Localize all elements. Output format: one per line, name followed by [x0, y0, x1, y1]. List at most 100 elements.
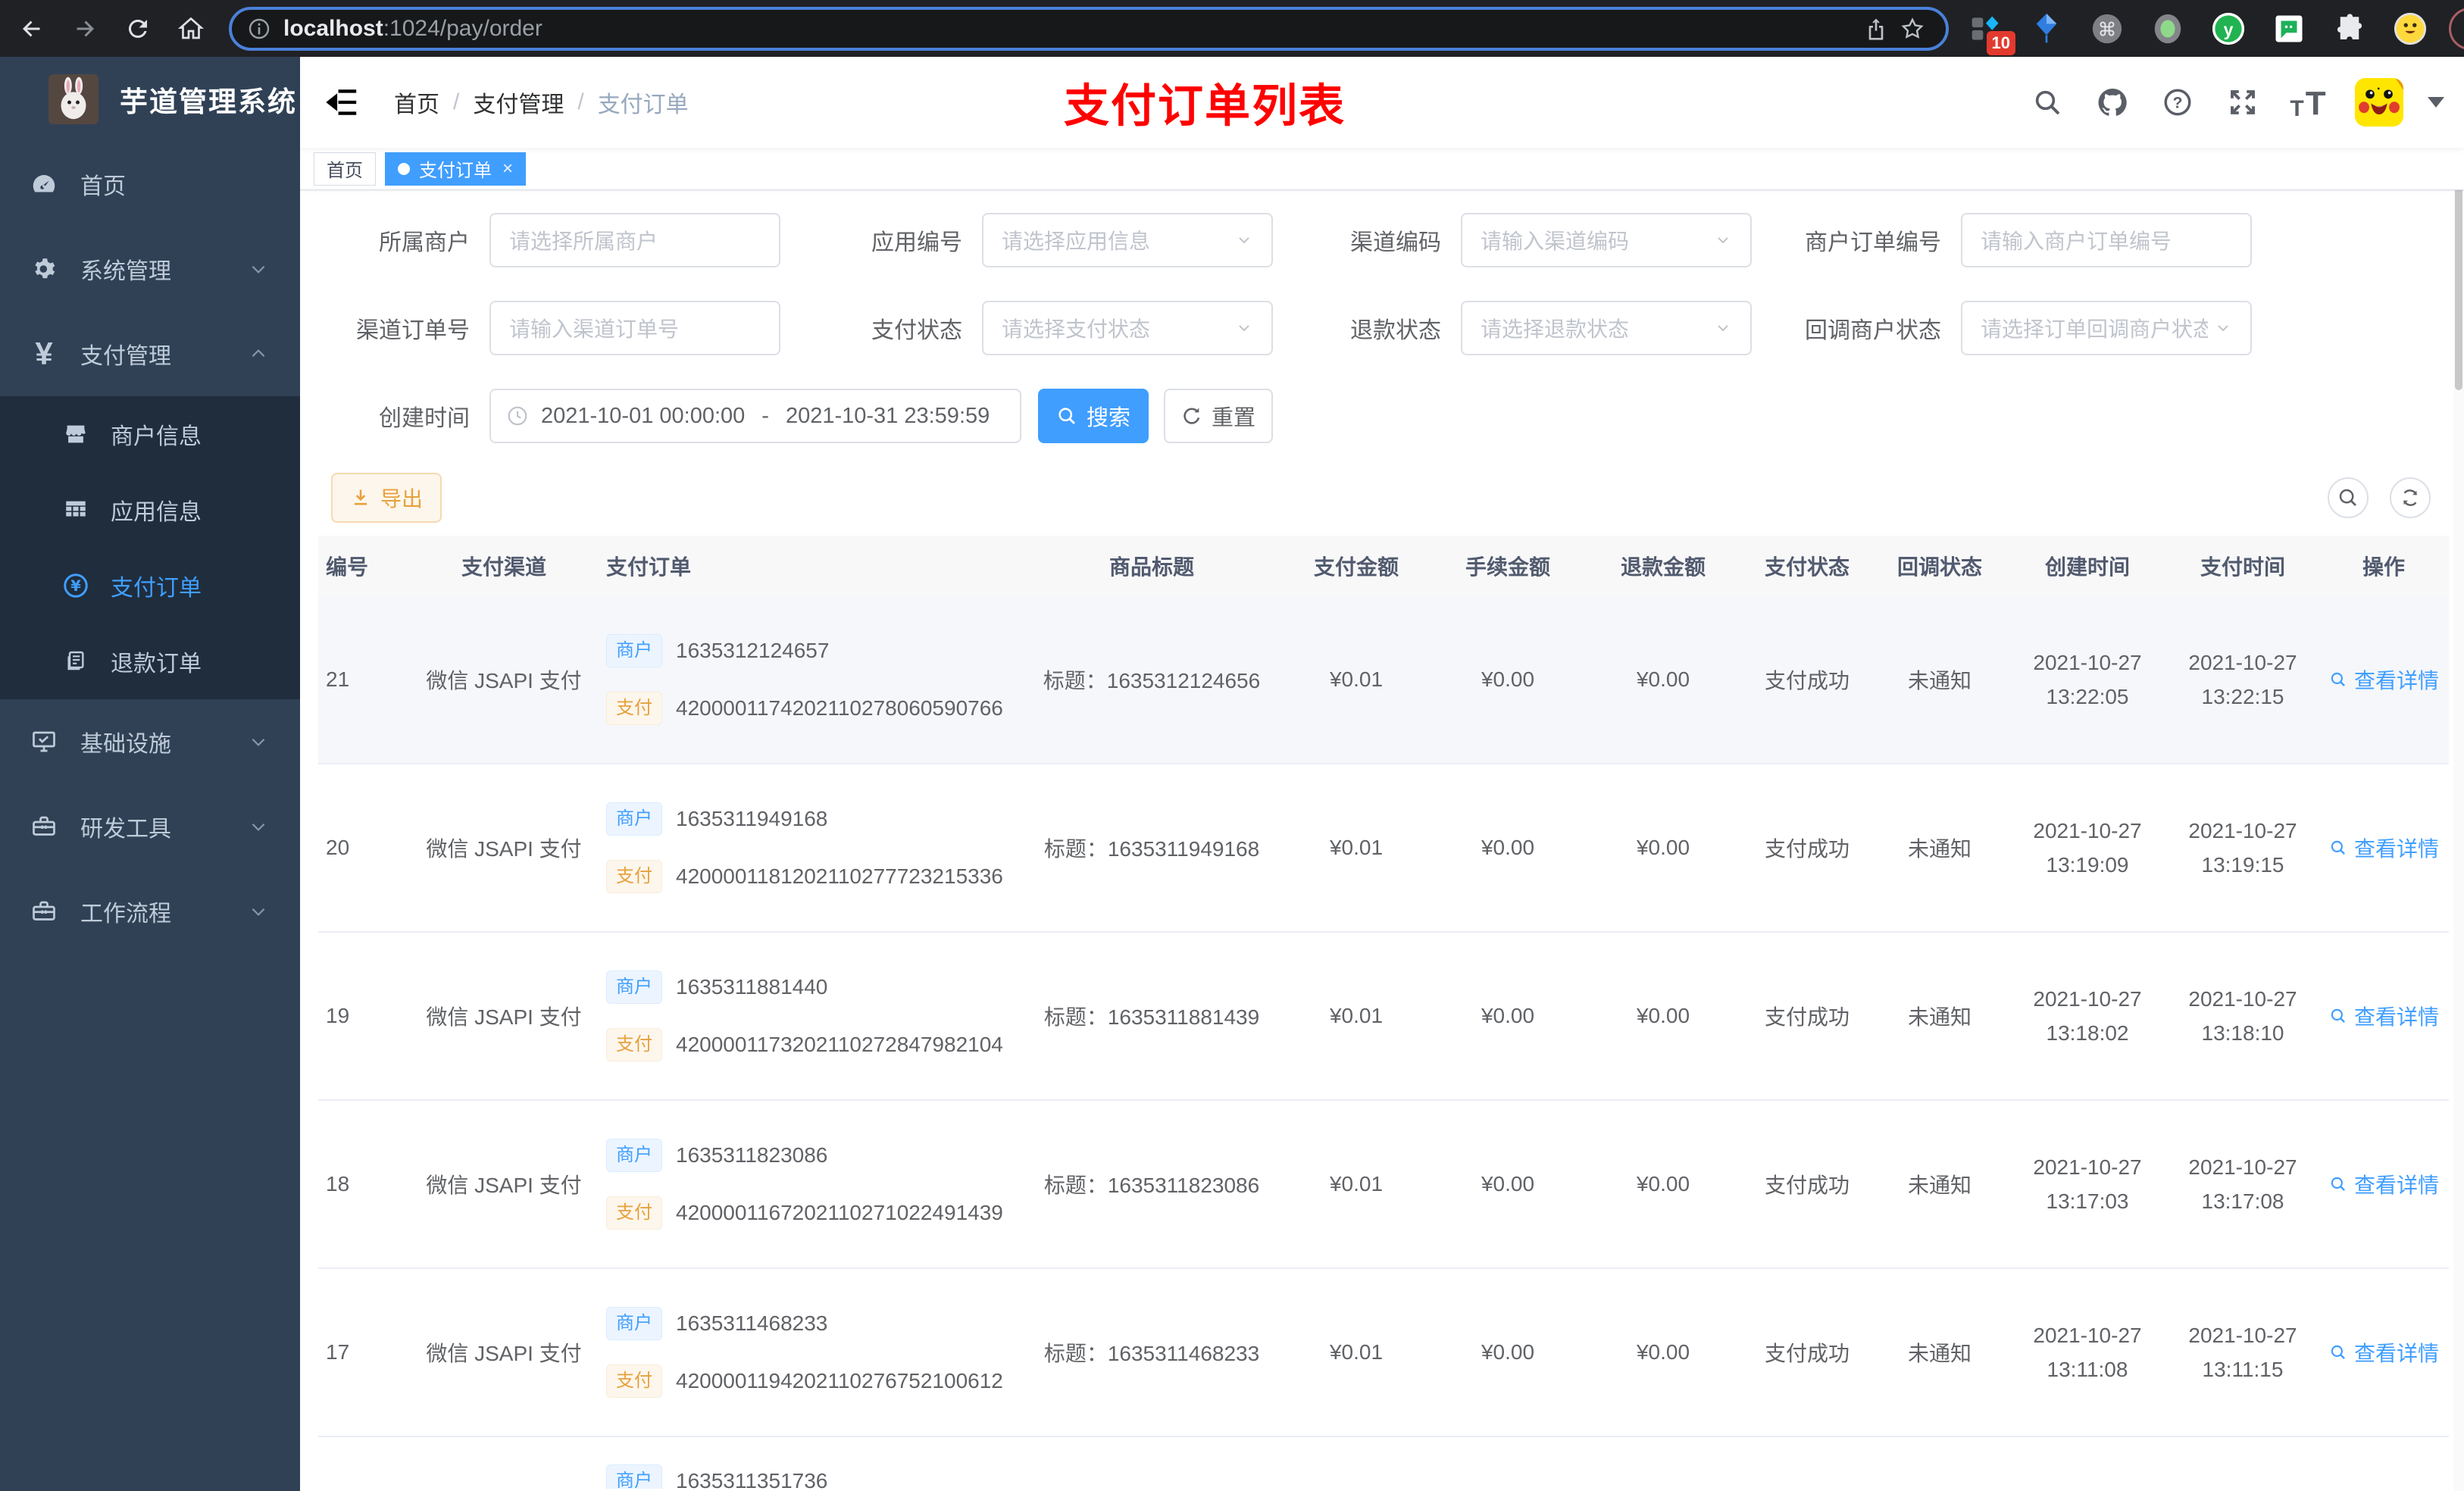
home-button[interactable]: [170, 8, 212, 50]
sidebar-item-refund-order[interactable]: 退款订单: [0, 624, 300, 699]
chevron-down-icon: [1714, 231, 1732, 249]
refund-status-select[interactable]: 请选择退款状态: [1461, 301, 1752, 355]
channel-code-select[interactable]: 请输入渠道编码: [1461, 213, 1752, 267]
avatar-caret-icon[interactable]: [2428, 97, 2444, 108]
view-detail-link[interactable]: 查看详情: [2328, 1337, 2439, 1368]
export-button[interactable]: 导出: [331, 473, 442, 523]
page-content: 所属商户 请选择所属商户 应用编号 请选择应用信息 渠道编码 请输入渠道编码 商…: [300, 190, 2464, 1491]
filter-label: 应用编号: [871, 230, 962, 255]
app-select[interactable]: 请选择应用信息: [982, 213, 1273, 267]
yen-icon: ¥: [35, 336, 53, 371]
create-time-range-picker[interactable]: 2021-10-01 00:00:00 - 2021-10-31 23:59:5…: [489, 389, 1021, 443]
merchant-order-no: 1635311823086: [676, 1143, 828, 1167]
partial-row-clip: 商户 1635311351736: [318, 1437, 2449, 1489]
reset-button[interactable]: 重置: [1164, 389, 1273, 443]
bookmark-star-icon[interactable]: [1894, 11, 1931, 47]
tab-home[interactable]: 首页: [314, 152, 376, 186]
briefcase-icon: [27, 898, 61, 925]
product-title: 标题：1635311823086: [1043, 1174, 1260, 1197]
reload-button[interactable]: [117, 8, 159, 50]
sidebar-item-merchant-info[interactable]: 商户信息: [0, 396, 300, 472]
url-text: localhost:1024/pay/order: [283, 15, 543, 41]
refresh-button[interactable]: [2390, 477, 2431, 518]
sidebar-collapse-icon[interactable]: [326, 87, 359, 117]
filter-label: 所属商户: [379, 230, 470, 255]
extension-icon-y-green[interactable]: y: [2211, 11, 2246, 46]
sidebar-item-workflow[interactable]: 工作流程: [0, 869, 300, 954]
fee-amount: ¥0.00: [1481, 667, 1535, 691]
merchant-select[interactable]: 请选择所属商户: [489, 213, 780, 267]
chevron-down-icon: [249, 902, 268, 921]
extension-badge: 10: [1986, 30, 2015, 55]
gear-icon: [27, 255, 61, 283]
page-scrollbar[interactable]: [2453, 57, 2464, 1491]
extensions-puzzle-icon[interactable]: [2332, 11, 2367, 46]
channel-order-no: 4200001181202110277723215336: [676, 864, 1003, 888]
tab-label: 支付订单: [419, 161, 492, 181]
forward-button[interactable]: [64, 8, 106, 50]
pay-channel: 微信 JSAPI 支付: [426, 669, 582, 692]
extension-icon-chat[interactable]: [2272, 11, 2306, 46]
toolbox-icon: [27, 813, 61, 840]
search-icon[interactable]: [2029, 84, 2065, 120]
site-info-icon[interactable]: [247, 17, 271, 41]
breadcrumb-payment[interactable]: 支付管理: [473, 86, 564, 119]
channel-order-no-input[interactable]: 请输入渠道订单号: [489, 301, 780, 355]
help-icon[interactable]: ?: [2159, 84, 2196, 120]
sidebar-item-label: 研发工具: [80, 817, 171, 842]
monitor-icon: [27, 728, 61, 755]
github-icon[interactable]: [2094, 84, 2131, 120]
filter-label: 退款状态: [1350, 318, 1441, 343]
extension-icon-green-dot[interactable]: [2150, 11, 2185, 46]
extension-icon-kite[interactable]: [2029, 11, 2064, 46]
toggle-search-button[interactable]: [2328, 477, 2369, 518]
browser-update-button[interactable]: 更新: [2449, 7, 2464, 50]
view-detail-link[interactable]: 查看详情: [2328, 833, 2439, 863]
yen-circle-icon: ¥: [61, 572, 91, 599]
fullscreen-icon[interactable]: [2225, 84, 2261, 120]
breadcrumb-home[interactable]: 首页: [394, 86, 439, 119]
product-title: 标题：1635311881439: [1043, 1005, 1260, 1029]
tab-pay-order[interactable]: 支付订单 ×: [385, 152, 527, 186]
product-title: 标题：1635312124656: [1043, 669, 1261, 692]
sidebar-item-app-info[interactable]: 应用信息: [0, 472, 300, 548]
sidebar-item-label: 退款订单: [111, 652, 202, 677]
view-detail-link[interactable]: 查看详情: [2328, 1001, 2439, 1031]
sidebar-item-dev-tools[interactable]: 研发工具: [0, 784, 300, 869]
refund-amount: ¥0.00: [1636, 1004, 1690, 1027]
share-icon[interactable]: [1858, 11, 1894, 47]
notify-status: 未通知: [1907, 1342, 1972, 1365]
font-size-icon[interactable]: TT: [2290, 84, 2326, 120]
order-id: 19: [326, 1004, 350, 1027]
sidebar-item-home[interactable]: 首页: [0, 142, 300, 227]
document-icon: [61, 649, 91, 674]
fee-amount: ¥0.00: [1481, 1004, 1535, 1027]
order-id: 21: [326, 667, 350, 691]
extension-icon-command[interactable]: ⌘: [2090, 11, 2125, 46]
pay-status-select[interactable]: 请选择支付状态: [982, 301, 1273, 355]
pay-order-cell: 商户 1635311881440 支付 42000011732021102728…: [599, 971, 1023, 1061]
table-row: 商户 1635311351736: [318, 1437, 2449, 1489]
fee-amount: ¥0.00: [1481, 836, 1535, 859]
pay-tag: 支付: [606, 1028, 662, 1061]
close-icon[interactable]: ×: [502, 158, 513, 180]
view-detail-link[interactable]: 查看详情: [2328, 664, 2439, 695]
breadcrumb: 首页 / 支付管理 / 支付订单: [394, 86, 689, 119]
sidebar-item-system[interactable]: 系统管理: [0, 227, 300, 311]
sidebar-item-infrastructure[interactable]: 基础设施: [0, 699, 300, 784]
back-button[interactable]: [11, 8, 53, 50]
profile-avatar-icon[interactable]: [2393, 11, 2428, 46]
user-avatar[interactable]: [2355, 78, 2403, 127]
address-bar[interactable]: localhost:1024/pay/order: [229, 6, 1949, 51]
sidebar-item-label: 应用信息: [111, 500, 202, 525]
notify-status-select[interactable]: 请选择订单回调商户状态: [1961, 301, 2252, 355]
sidebar-item-label: 商户信息: [111, 424, 202, 449]
sidebar-item-pay-order[interactable]: ¥ 支付订单: [0, 548, 300, 624]
view-detail-link[interactable]: 查看详情: [2328, 1169, 2439, 1199]
sidebar-item-payment[interactable]: ¥ 支付管理: [0, 311, 300, 396]
search-button[interactable]: 搜索: [1038, 389, 1149, 443]
merchant-order-no-input[interactable]: 请输入商户订单编号: [1961, 213, 2252, 267]
extension-icon-1[interactable]: 10: [1968, 11, 2015, 55]
dashboard-icon: [27, 170, 61, 198]
sidebar-logo[interactable]: 芋道管理系统: [0, 57, 300, 142]
